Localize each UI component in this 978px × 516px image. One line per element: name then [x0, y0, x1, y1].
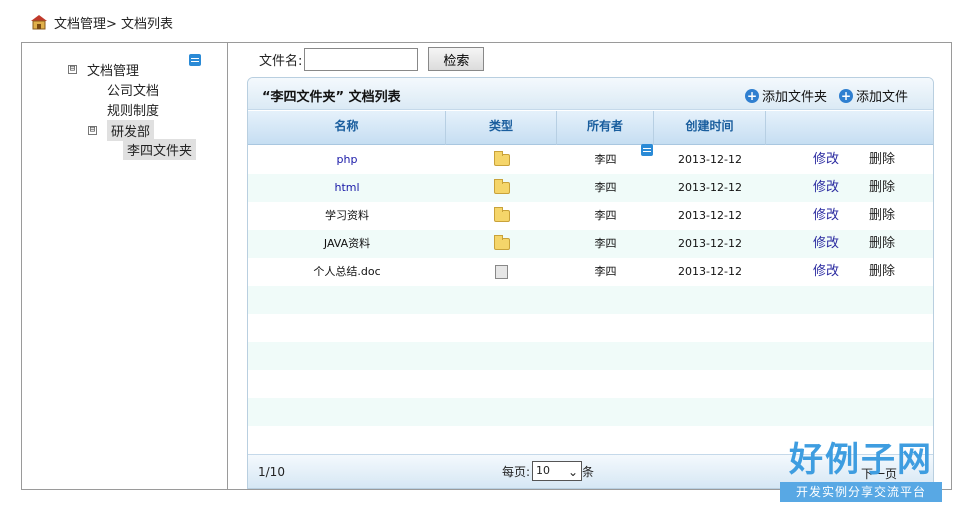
plus-icon: +	[745, 88, 759, 103]
cell-type	[446, 146, 557, 174]
table-row: JAVA资料 李四 2013-12-12 修改 删除	[248, 230, 933, 258]
tree-node-company-docs[interactable]: 公司文档	[107, 80, 159, 99]
document-list-panel: “李四文件夹” 文档列表 + 添加文件夹 + 添加文件 名称 类型 所有者 创建…	[247, 77, 934, 489]
content-area: 文件名: 检索 “李四文件夹” 文档列表 + 添加文件夹 + 添加文件 名称 类…	[229, 43, 951, 489]
delete-link[interactable]: 删除	[852, 230, 912, 258]
tree-label-root: 文档管理	[87, 64, 140, 79]
panel-header: “李四文件夹” 文档列表 + 添加文件夹 + 添加文件	[248, 78, 933, 110]
search-label: 文件名:	[259, 53, 303, 69]
cell-owner: 李四	[594, 209, 617, 222]
tree-node-rnd[interactable]: ⊟ 研发部	[88, 120, 155, 141]
cell-type	[446, 202, 557, 230]
collapse-icon[interactable]: ⊟	[88, 126, 97, 135]
per-page-suffix: 条	[582, 464, 595, 479]
cell-type	[446, 174, 557, 202]
page-info: 1/10	[258, 465, 285, 479]
edit-link[interactable]: 修改	[796, 202, 856, 230]
tree-label-rules: 规则制度	[107, 104, 160, 119]
folder-tree: ⊟ 文档管理 公司文档 规则制度 ⊟ 研发部 李四文件夹	[22, 43, 228, 489]
delete-link[interactable]: 删除	[852, 146, 912, 174]
cell-date: 2013-12-12	[678, 209, 742, 222]
table-row: 学习资料 李四 2013-12-12 修改 删除	[248, 202, 933, 230]
plus-icon: +	[839, 88, 853, 103]
cell-name[interactable]: php	[248, 146, 446, 174]
folder-icon	[493, 151, 510, 166]
cell-name: 学习资料	[325, 209, 369, 222]
per-page-value: 10	[536, 464, 551, 477]
breadcrumb-text: 文档管理> 文档列表	[54, 16, 174, 32]
cell-date: 2013-12-12	[678, 181, 742, 194]
search-bar: 文件名: 检索	[259, 47, 485, 71]
delete-link[interactable]: 删除	[852, 174, 912, 202]
column-header-name: 名称	[248, 111, 446, 145]
per-page-select[interactable]: 10 ⌄	[532, 461, 583, 481]
tree-node-lisi-folder[interactable]: 李四文件夹	[123, 139, 197, 160]
filename-input[interactable]	[304, 47, 419, 71]
cell-date: 2013-12-12	[678, 153, 742, 166]
breadcrumb: 文档管理> 文档列表	[30, 12, 173, 32]
cell-owner: 李四	[594, 153, 617, 166]
table-header: 名称 类型 所有者 创建时间	[248, 111, 933, 145]
site-logo: 好例子网 开发实例分享交流平台	[780, 440, 942, 506]
cell-name: 个人总结.doc	[313, 265, 381, 278]
column-header-type: 类型	[446, 111, 557, 145]
cell-date: 2013-12-12	[678, 265, 742, 278]
main-frame: ⊟ 文档管理 公司文档 规则制度 ⊟ 研发部 李四文件夹 文件名: 检索 “李四…	[21, 42, 952, 490]
table-row: html 李四 2013-12-12 修改 删除	[248, 174, 933, 202]
search-button[interactable]: 检索	[428, 47, 485, 71]
column-header-owner: 所有者	[557, 111, 654, 145]
empty-row	[248, 314, 933, 342]
tree-node-root[interactable]: ⊟ 文档管理	[68, 60, 139, 79]
cell-name: JAVA资料	[323, 237, 371, 250]
panel-title: “李四文件夹” 文档列表	[262, 90, 401, 105]
edit-link[interactable]: 修改	[796, 258, 856, 286]
cell-date: 2013-12-12	[678, 237, 742, 250]
cell-type	[446, 230, 557, 258]
empty-row	[248, 342, 933, 370]
cell-name[interactable]: html	[248, 174, 446, 202]
empty-row	[248, 398, 933, 426]
tree-label-rnd: 研发部	[107, 120, 155, 141]
folder-icon	[493, 235, 510, 250]
column-header-date: 创建时间	[654, 111, 766, 145]
edit-link[interactable]: 修改	[796, 146, 856, 174]
logo-subtitle: 开发实例分享交流平台	[780, 482, 942, 502]
home-icon	[31, 15, 47, 30]
document-icon	[189, 54, 201, 66]
logo-title: 好例子网	[789, 440, 933, 480]
folder-icon	[493, 207, 510, 222]
add-folder-button[interactable]: + 添加文件夹	[745, 86, 827, 105]
cell-owner: 李四	[594, 265, 617, 278]
edit-link[interactable]: 修改	[796, 174, 856, 202]
delete-link[interactable]: 删除	[852, 202, 912, 230]
table-row: 个人总结.doc 李四 2013-12-12 修改 删除	[248, 258, 933, 286]
add-file-button[interactable]: + 添加文件	[839, 86, 908, 105]
chevron-down-icon: ⌄	[567, 465, 579, 479]
file-icon	[495, 265, 508, 279]
edit-link[interactable]: 修改	[796, 230, 856, 258]
add-file-label: 添加文件	[856, 90, 909, 105]
per-page-control: 每页: 10 ⌄ 条	[502, 461, 594, 481]
empty-row	[248, 370, 933, 398]
cell-owner: 李四	[594, 237, 617, 250]
collapse-icon[interactable]: ⊟	[68, 65, 77, 74]
tree-label-lisi-folder: 李四文件夹	[123, 139, 197, 160]
cell-type	[446, 258, 557, 286]
add-folder-label: 添加文件夹	[762, 90, 828, 105]
delete-link[interactable]: 删除	[852, 258, 912, 286]
folder-icon	[493, 179, 510, 194]
tree-label-company-docs: 公司文档	[107, 84, 160, 99]
column-header-actions	[766, 111, 933, 145]
empty-row	[248, 286, 933, 314]
tree-node-rules[interactable]: 规则制度	[107, 100, 159, 119]
cell-owner: 李四	[594, 181, 617, 194]
per-page-label: 每页:	[502, 464, 531, 479]
table-row: php 李四 2013-12-12 修改 删除	[248, 146, 933, 174]
